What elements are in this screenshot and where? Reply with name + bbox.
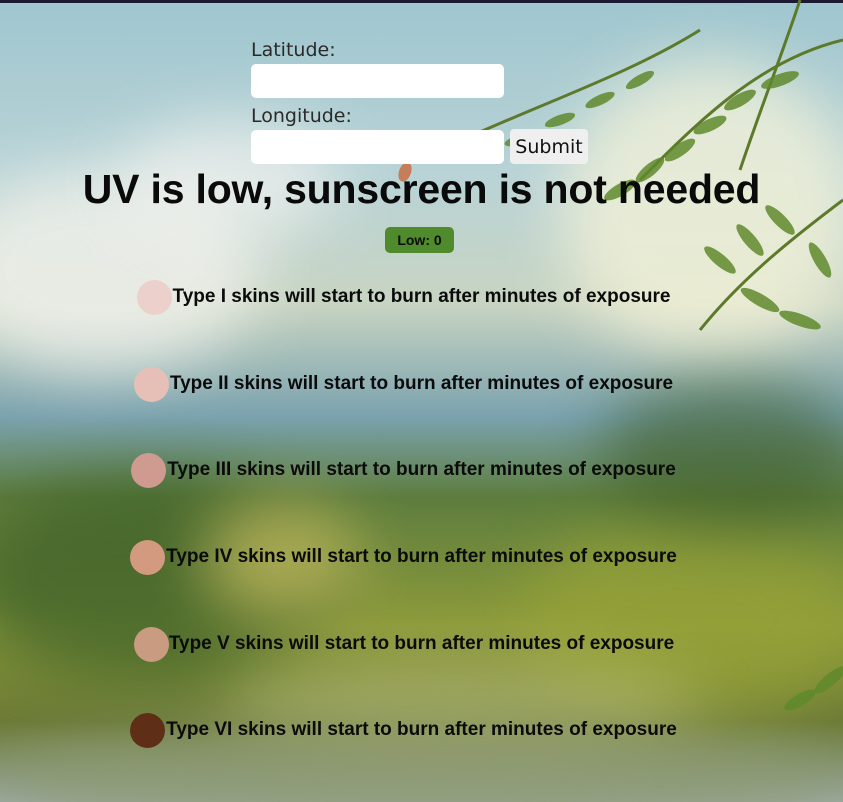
- skin-type-text: Type VI skins will start to burn after m…: [166, 719, 677, 740]
- location-form: Latitude: Longitude: Submit: [251, 38, 588, 164]
- uv-index-badge: Low: 0: [385, 227, 454, 253]
- window-top-edge: [0, 0, 843, 3]
- skin-type-text: Type IV skins will start to burn after m…: [166, 546, 677, 567]
- skin-type-row: Type I skins will start to burn after mi…: [0, 278, 843, 318]
- longitude-label: Longitude:: [251, 105, 352, 127]
- latitude-label: Latitude:: [251, 39, 336, 61]
- skin-type-text: Type II skins will start to burn after m…: [169, 373, 674, 394]
- skin-type-row: Type III skins will start to burn after …: [0, 451, 843, 491]
- skin-type-row: Type II skins will start to burn after m…: [0, 365, 843, 405]
- skin-type-text: Type V skins will start to burn after mi…: [168, 633, 675, 654]
- skin-type-text: Type I skins will start to burn after mi…: [172, 286, 671, 307]
- skin-type-row: Type V skins will start to burn after mi…: [0, 625, 843, 665]
- skin-type-text: Type III skins will start to burn after …: [167, 459, 676, 480]
- skin-type-row: Type VI skins will start to burn after m…: [0, 711, 843, 751]
- latitude-input[interactable]: [251, 64, 504, 98]
- longitude-input[interactable]: [251, 130, 504, 164]
- skin-type-row: Type IV skins will start to burn after m…: [0, 538, 843, 578]
- uv-headline: UV is low, sunscreen is not needed: [82, 166, 761, 212]
- submit-button[interactable]: Submit: [510, 129, 588, 164]
